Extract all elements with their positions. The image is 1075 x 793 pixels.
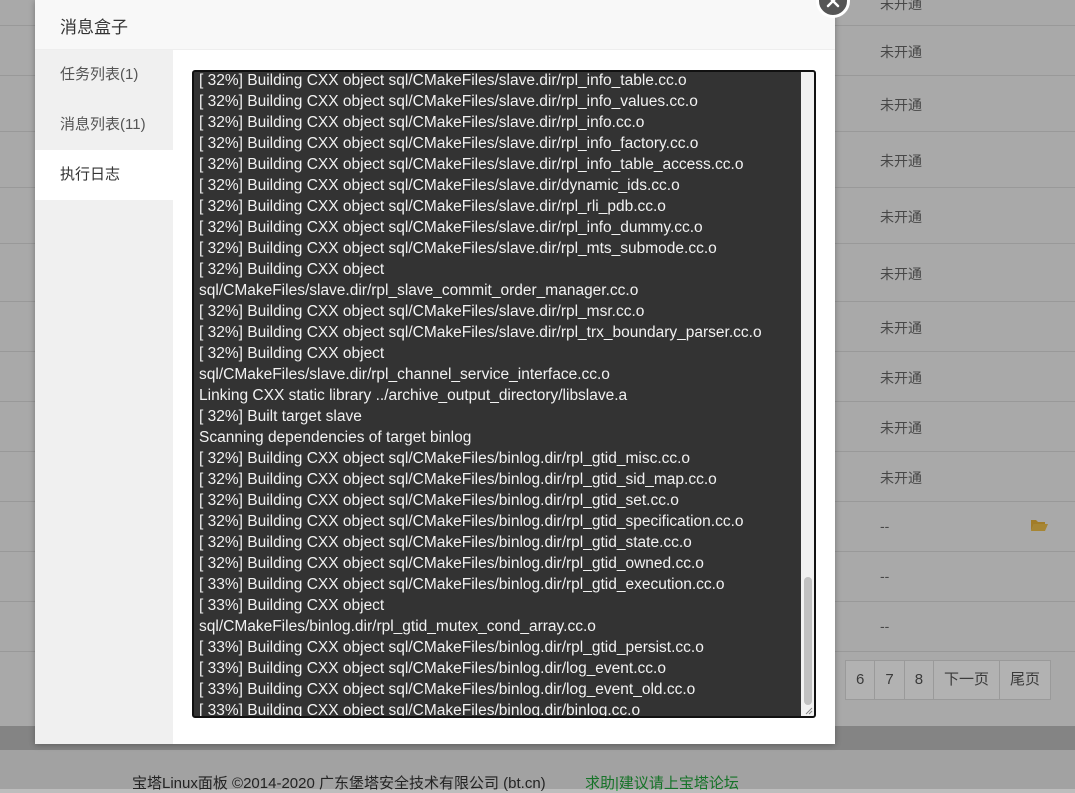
close-icon	[826, 0, 840, 8]
log-line: [ 32%] Building CXX object sql/CMakeFile…	[199, 93, 698, 110]
log-line: [ 33%] Building CXX object sql/CMakeFile…	[199, 702, 641, 718]
log-line: [ 32%] Building CXX object sql/CMakeFile…	[199, 135, 699, 152]
log-line: sql/CMakeFiles/binlog.dir/rpl_gtid_mutex…	[199, 618, 596, 635]
log-scrollbar-thumb[interactable]	[804, 577, 812, 705]
log-line: [ 33%] Building CXX object sql/CMakeFile…	[199, 576, 725, 593]
log-line: [ 32%] Built target slave	[199, 408, 362, 425]
log-line: [ 32%] Building CXX object sql/CMakeFile…	[199, 450, 691, 467]
execution-log-textarea[interactable]: [ 32%] Building CXX object sql/CMakeFile…	[192, 70, 816, 718]
log-line: [ 32%] Building CXX object sql/CMakeFile…	[199, 555, 704, 572]
tab-message-list[interactable]: 消息列表(11)	[35, 100, 173, 150]
log-line: [ 32%] Building CXX object sql/CMakeFile…	[199, 471, 717, 488]
log-line: [ 32%] Building CXX object	[199, 345, 385, 362]
tab-task-list[interactable]: 任务列表(1)	[35, 50, 173, 100]
modal-title: 消息盒子	[60, 18, 128, 37]
message-box-modal: 消息盒子 任务列表(1) 消息列表(11) 执行日志 [ 32%] Buildi…	[35, 0, 850, 744]
modal-sidebar: 任务列表(1) 消息列表(11) 执行日志	[35, 50, 173, 744]
log-line: [ 33%] Building CXX object sql/CMakeFile…	[199, 681, 696, 698]
log-line: [ 32%] Building CXX object sql/CMakeFile…	[199, 324, 762, 341]
log-line: Scanning dependencies of target binlog	[199, 429, 472, 446]
resize-grip-icon[interactable]	[805, 707, 813, 715]
modal-header: 消息盒子	[35, 0, 835, 50]
log-line: [ 33%] Building CXX object	[199, 597, 385, 614]
log-line: [ 32%] Building CXX object sql/CMakeFile…	[199, 114, 645, 131]
log-line: sql/CMakeFiles/slave.dir/rpl_slave_commi…	[199, 282, 639, 299]
log-line: [ 32%] Building CXX object sql/CMakeFile…	[199, 303, 645, 320]
log-line: [ 33%] Building CXX object sql/CMakeFile…	[199, 639, 704, 656]
tab-execution-log[interactable]: 执行日志	[35, 150, 173, 200]
log-scrollbar[interactable]	[801, 72, 814, 716]
log-line: [ 32%] Building CXX object sql/CMakeFile…	[199, 513, 744, 530]
log-line: [ 32%] Building CXX object sql/CMakeFile…	[199, 156, 744, 173]
log-line: [ 33%] Building CXX object sql/CMakeFile…	[199, 660, 666, 677]
log-line: [ 32%] Building CXX object sql/CMakeFile…	[199, 219, 703, 236]
log-content: [ 32%] Building CXX object sql/CMakeFile…	[199, 72, 799, 718]
log-line: sql/CMakeFiles/slave.dir/rpl_channel_ser…	[199, 366, 610, 383]
log-line: [ 32%] Building CXX object sql/CMakeFile…	[199, 177, 680, 194]
log-line: [ 32%] Building CXX object sql/CMakeFile…	[199, 72, 687, 89]
log-line: Linking CXX static library ../archive_ou…	[199, 387, 628, 404]
log-line: [ 32%] Building CXX object sql/CMakeFile…	[199, 198, 666, 215]
log-line: [ 32%] Building CXX object	[199, 261, 385, 278]
log-line: [ 32%] Building CXX object sql/CMakeFile…	[199, 534, 692, 551]
log-line: [ 32%] Building CXX object sql/CMakeFile…	[199, 240, 717, 257]
log-line: [ 32%] Building CXX object sql/CMakeFile…	[199, 492, 679, 509]
